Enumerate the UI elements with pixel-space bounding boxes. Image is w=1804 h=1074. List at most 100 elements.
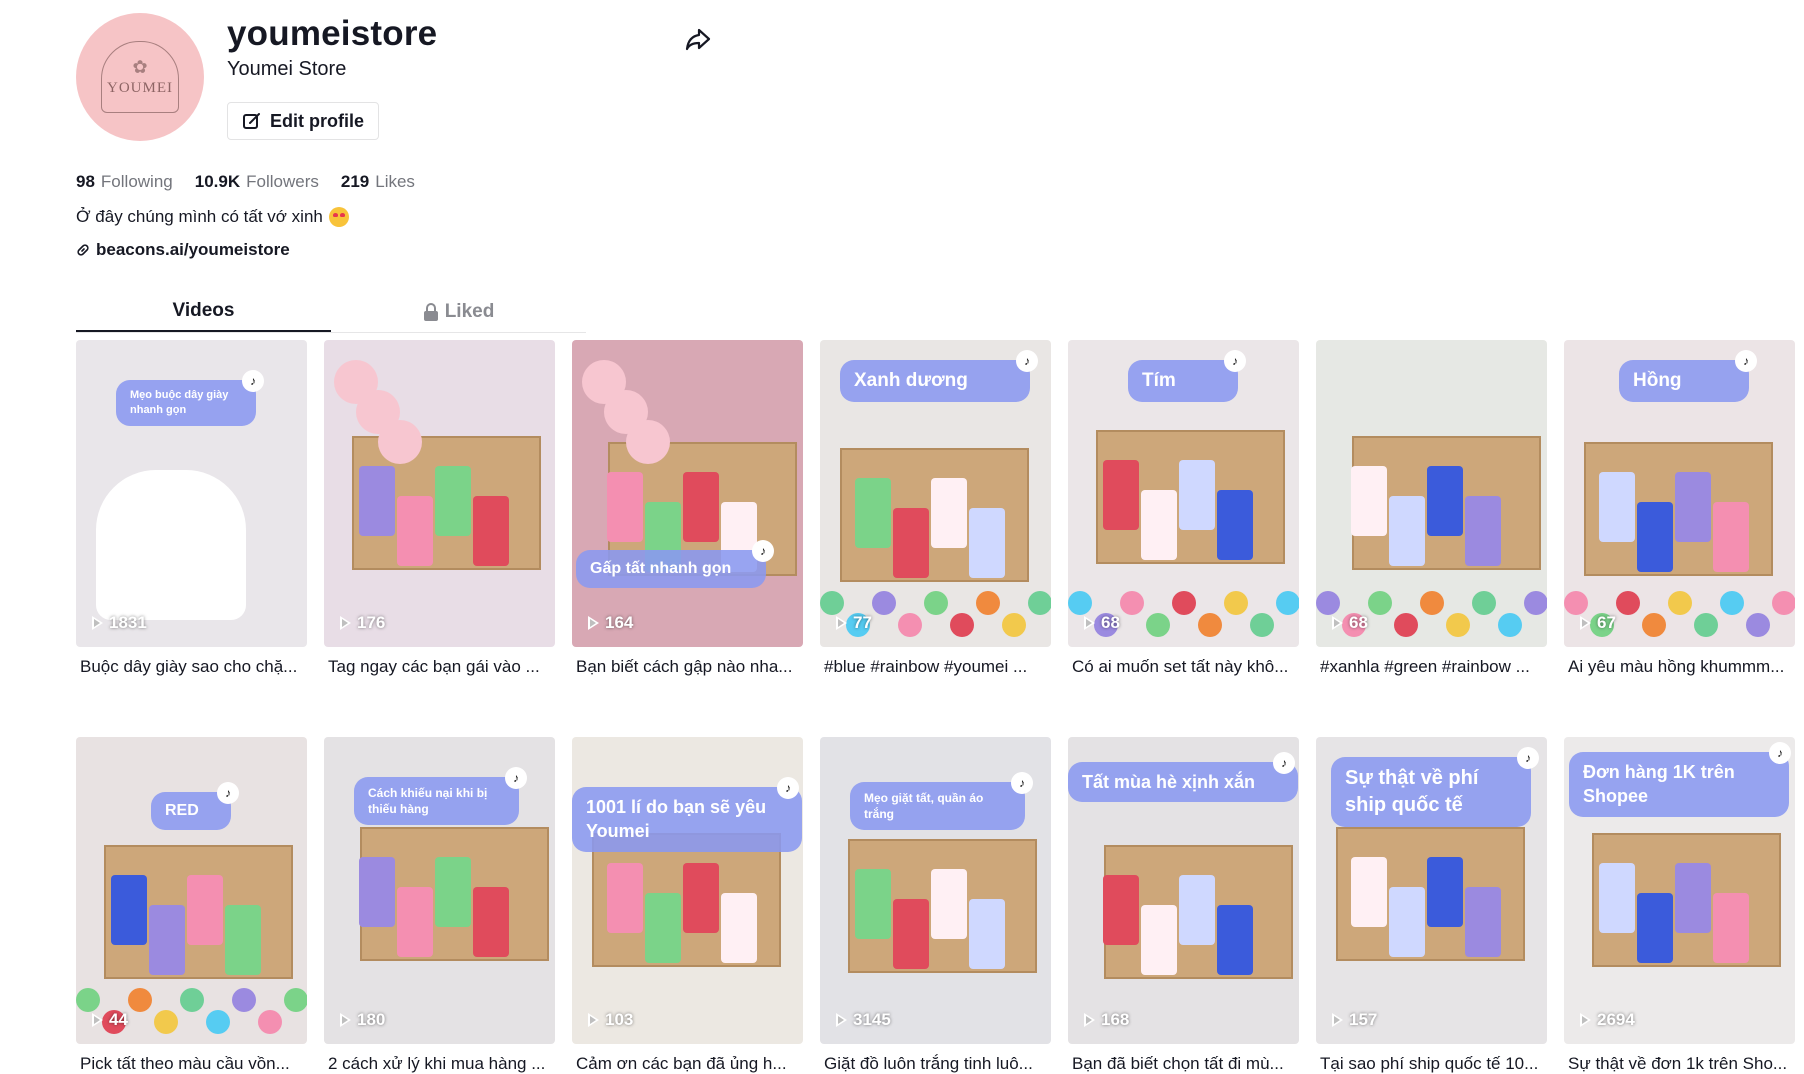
edit-profile-button[interactable]: Edit profile [227, 102, 379, 140]
tab-liked[interactable]: Liked [331, 292, 586, 332]
video-caption[interactable]: Bạn đã biết chọn tất đi mù... [1068, 1054, 1299, 1074]
video-caption[interactable]: Giặt đồ luôn trắng tinh luô... [820, 1054, 1051, 1074]
sock-item-image [435, 466, 471, 536]
profile-avatar[interactable]: ✿ YOUMEI [76, 13, 204, 141]
video-caption[interactable]: Bạn biết cách gập nào nha... [572, 657, 803, 677]
view-count: 180 [357, 1010, 386, 1029]
profile-tabs: Videos Liked [76, 292, 586, 333]
video-card[interactable]: Tím ♪ 68 Có ai muốn set tất này khô... [1068, 340, 1299, 677]
profile-stats: 98 Following 10.9K Followers 219 Likes [76, 172, 415, 192]
video-caption[interactable]: Ai yêu màu hồng khummm... [1564, 657, 1795, 677]
stat-following[interactable]: 98 Following [76, 172, 173, 192]
profile-nickname: Youmei Store [227, 58, 347, 80]
video-caption[interactable]: Tag ngay các bạn gái vào ... [324, 657, 555, 677]
video-card[interactable]: RED ♪ 44 Pick tất theo màu cầu vồn... [76, 737, 307, 1074]
video-card[interactable]: Cách khiếu nại khi bị thiếu hàng ♪ 180 2 cá… [324, 737, 555, 1074]
color-dot [1316, 591, 1340, 615]
video-card[interactable]: Hồng ♪ 67 Ai yêu màu hồng khummm... [1564, 340, 1795, 677]
color-dot [1146, 613, 1170, 637]
tiktok-logo-icon: ♪ [242, 370, 264, 392]
color-dot [76, 988, 100, 1012]
video-card[interactable]: 1001 lí do bạn sẽ yêu Youmei ♪ 103 Cảm ơn c… [572, 737, 803, 1074]
video-thumbnail[interactable]: Xanh dương ♪ 77 [820, 340, 1051, 647]
profile-link[interactable]: beacons.ai/youmeistore [76, 240, 290, 260]
view-count: 103 [605, 1010, 634, 1029]
video-thumbnail[interactable]: Tím ♪ 68 [1068, 340, 1299, 647]
color-dot [950, 613, 974, 637]
sock-item-image [1599, 863, 1635, 933]
video-thumbnail[interactable]: 68 [1316, 340, 1547, 647]
video-views: 1831 [92, 613, 147, 633]
video-card[interactable]: Sự thật về phí ship quốc tế ♪ 157 Tại sao p… [1316, 737, 1547, 1074]
tab-label: Videos [172, 300, 235, 321]
sock-item-image [893, 899, 929, 969]
tiktok-logo-icon: ♪ [1016, 350, 1038, 372]
video-card[interactable]: 176 Tag ngay các bạn gái vào ... [324, 340, 555, 677]
video-caption[interactable]: #xanhla #green #rainbow ... [1316, 657, 1547, 677]
video-card[interactable]: Mẹo giặt tất, quần áo trắng ♪ 3145 Giặt đồ … [820, 737, 1051, 1074]
video-card[interactable]: 68 #xanhla #green #rainbow ... [1316, 340, 1547, 677]
video-card[interactable]: Gấp tất nhanh gọn ♪ 164 Bạn biết cách gập n… [572, 340, 803, 677]
flower-image [626, 420, 670, 464]
view-count: 157 [1349, 1010, 1378, 1029]
product-box-image [96, 470, 246, 620]
video-thumbnail[interactable]: Đơn hàng 1K trên Shopee ♪ 2694 [1564, 737, 1795, 1044]
tiktok-logo-icon: ♪ [217, 782, 239, 804]
play-icon [92, 616, 103, 630]
video-thumbnail[interactable]: Mẹo giặt tất, quần áo trắng ♪ 3145 [820, 737, 1051, 1044]
tiktok-logo-icon: ♪ [1735, 350, 1757, 372]
video-thumbnail[interactable]: 176 [324, 340, 555, 647]
video-caption[interactable]: #blue #rainbow #youmei ... [820, 657, 1051, 677]
view-count: 44 [109, 1010, 128, 1029]
video-card[interactable]: Mẹo buộc dây giày nhanh gọn ♪ 1831 Buộc dây… [76, 340, 307, 677]
video-thumbnail[interactable]: Sự thật về phí ship quốc tế ♪ 157 [1316, 737, 1547, 1044]
video-card[interactable]: Xanh dương ♪ 77 #blue #rainbow #youmei ... [820, 340, 1051, 677]
sock-item-image [1141, 490, 1177, 560]
play-icon [1580, 1013, 1591, 1027]
video-caption[interactable]: Pick tất theo màu cầu vồn... [76, 1054, 307, 1074]
video-thumbnail[interactable]: Mẹo buộc dây giày nhanh gọn ♪ 1831 [76, 340, 307, 647]
video-views: 176 [340, 613, 385, 633]
color-dot [284, 988, 307, 1012]
tiktok-logo-icon: ♪ [1273, 752, 1295, 774]
sock-item-image [1427, 857, 1463, 927]
play-icon [92, 1013, 103, 1027]
video-thumbnail[interactable]: RED ♪ 44 [76, 737, 307, 1044]
bio-text: Ở đây chúng mình có tất vớ xinh [76, 207, 323, 226]
lock-icon [423, 303, 438, 321]
video-caption[interactable]: Sự thật về đơn 1k trên Sho... [1564, 1054, 1795, 1074]
video-thumbnail[interactable]: 1001 lí do bạn sẽ yêu Youmei ♪ 103 [572, 737, 803, 1044]
video-overlay-text: Xanh dương [840, 360, 1030, 402]
video-thumbnail[interactable]: Hồng ♪ 67 [1564, 340, 1795, 647]
color-dot [1720, 591, 1744, 615]
video-caption[interactable]: Buộc dây giày sao cho chặ... [76, 657, 307, 677]
video-views: 67 [1580, 613, 1616, 633]
sock-item-image [1465, 496, 1501, 566]
play-icon [1580, 616, 1591, 630]
sock-item-image [1179, 875, 1215, 945]
video-grid: Mẹo buộc dây giày nhanh gọn ♪ 1831 Buộc dây… [76, 340, 1795, 1074]
stat-followers[interactable]: 10.9K Followers [195, 172, 319, 192]
video-thumbnail[interactable]: Cách khiếu nại khi bị thiếu hàng ♪ 180 [324, 737, 555, 1044]
sock-item-image [397, 887, 433, 957]
video-views: 68 [1084, 613, 1120, 633]
video-thumbnail[interactable]: Tất mùa hè xịnh xắn ♪ 168 [1068, 737, 1299, 1044]
sock-item-image [855, 869, 891, 939]
video-card[interactable]: Đơn hàng 1K trên Shopee ♪ 2694 Sự thật về đ… [1564, 737, 1795, 1074]
sock-item-image [1103, 875, 1139, 945]
share-icon[interactable] [683, 24, 713, 54]
video-card[interactable]: Tất mùa hè xịnh xắn ♪ 168 Bạn đã biết chọn … [1068, 737, 1299, 1074]
sock-item-image [1217, 905, 1253, 975]
view-count: 67 [1597, 613, 1616, 632]
video-caption[interactable]: Có ai muốn set tất này khô... [1068, 657, 1299, 677]
color-dot [258, 1010, 282, 1034]
video-thumbnail[interactable]: Gấp tất nhanh gọn ♪ 164 [572, 340, 803, 647]
color-dot [206, 1010, 230, 1034]
video-caption[interactable]: Cảm ơn các bạn đã ủng h... [572, 1054, 803, 1074]
sock-item-image [1427, 466, 1463, 536]
color-dot [1694, 613, 1718, 637]
tab-videos[interactable]: Videos [76, 292, 331, 332]
video-caption[interactable]: Tại sao phí ship quốc tế 10... [1316, 1054, 1547, 1074]
sock-item-image [111, 875, 147, 945]
video-caption[interactable]: 2 cách xử lý khi mua hàng ... [324, 1054, 555, 1074]
